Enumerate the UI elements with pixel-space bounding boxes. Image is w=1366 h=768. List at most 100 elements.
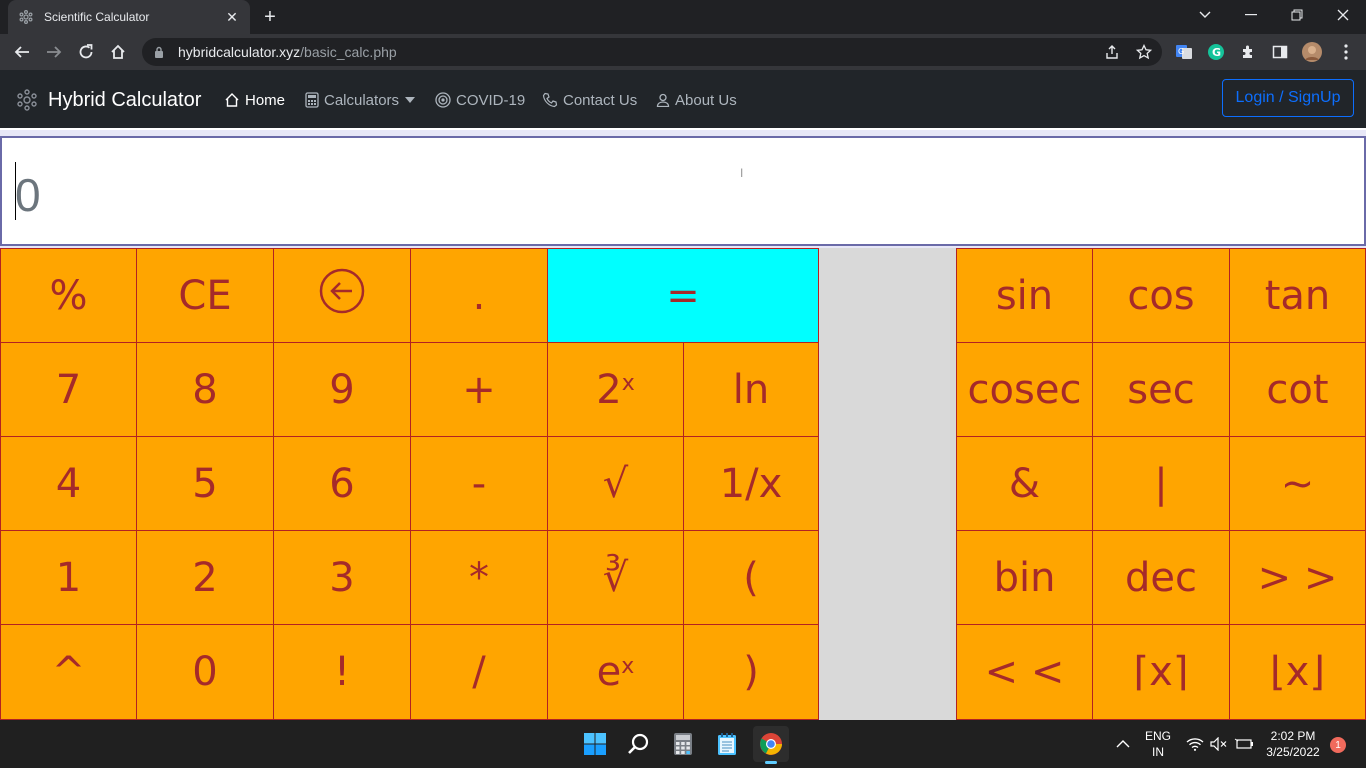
key-left-shift[interactable]: < < <box>956 624 1093 720</box>
close-window-button[interactable] <box>1320 0 1366 30</box>
key-equals[interactable]: = <box>547 248 819 343</box>
nav-calculators-dropdown[interactable]: Calculators <box>305 70 420 130</box>
reload-icon[interactable] <box>72 38 100 66</box>
battery-charging-icon[interactable] <box>1234 720 1254 768</box>
chrome-taskbar-icon[interactable] <box>753 726 789 764</box>
notepad-icon[interactable] <box>709 726 745 762</box>
share-icon[interactable] <box>1102 42 1122 62</box>
nav-covid[interactable]: COVID-19 <box>435 70 525 130</box>
url-path: /basic_calc.php <box>300 44 397 60</box>
calculator-app-icon[interactable] <box>665 726 701 762</box>
key-tan[interactable]: tan <box>1229 248 1366 343</box>
tab-search-chevron-down-icon[interactable] <box>1182 0 1228 30</box>
address-bar[interactable]: hybridcalculator.xyz/basic_calc.php <box>142 38 1162 66</box>
browser-tab[interactable]: Scientific Calculator ✕ <box>8 0 250 34</box>
key-7[interactable]: 7 <box>0 342 137 437</box>
key-cube-root[interactable]: ∛ <box>547 530 684 625</box>
key-factorial[interactable]: ! <box>273 624 411 720</box>
key-reciprocal[interactable]: 1/x <box>683 436 819 531</box>
key-ceil[interactable]: ⌈x⌉ <box>1092 624 1230 720</box>
windows-start-icon[interactable] <box>577 726 613 762</box>
key-backspace[interactable] <box>273 248 411 343</box>
wifi-icon[interactable] <box>1186 720 1204 768</box>
key-bitwise-not[interactable]: ~ <box>1229 436 1366 531</box>
extensions-puzzle-icon[interactable] <box>1238 42 1258 62</box>
key-3[interactable]: 3 <box>273 530 411 625</box>
key-sec[interactable]: sec <box>1092 342 1230 437</box>
side-panel-icon[interactable] <box>1270 42 1290 62</box>
forward-arrow-icon[interactable] <box>40 38 68 66</box>
back-arrow-icon[interactable] <box>8 38 36 66</box>
key-8[interactable]: 8 <box>136 342 274 437</box>
minimize-button[interactable] <box>1228 0 1274 30</box>
browser-toolbar: hybridcalculator.xyz/basic_calc.php G G <box>0 34 1366 70</box>
nav-about[interactable]: About Us <box>656 70 737 130</box>
input-language-indicator[interactable]: ENG IN <box>1140 728 1176 760</box>
person-icon <box>656 93 670 107</box>
volume-muted-icon[interactable] <box>1210 720 1228 768</box>
restore-button[interactable] <box>1274 0 1320 30</box>
key-1[interactable]: 1 <box>0 530 137 625</box>
key-caret-power[interactable]: ^ <box>0 624 137 720</box>
login-signup-button[interactable]: Login / SignUp <box>1222 79 1354 117</box>
taskbar-clock[interactable]: 2:02 PM 3/25/2022 <box>1258 728 1328 760</box>
key-dec[interactable]: dec <box>1092 530 1230 625</box>
active-app-indicator <box>765 761 777 764</box>
key-percent[interactable]: % <box>0 248 137 343</box>
key-cosec[interactable]: cosec <box>956 342 1093 437</box>
show-hidden-icons-chevron-up-icon[interactable] <box>1116 720 1130 768</box>
calculator-display-input[interactable]: 0 I <box>0 136 1366 246</box>
clock-date: 3/25/2022 <box>1266 745 1320 759</box>
browser-menu-icon[interactable] <box>1336 42 1356 62</box>
key-6[interactable]: 6 <box>273 436 411 531</box>
key-bitwise-and[interactable]: & <box>956 436 1093 531</box>
home-icon <box>224 92 240 108</box>
notification-badge[interactable]: 1 <box>1330 737 1346 753</box>
key-2-power-x[interactable]: 2x <box>547 342 684 437</box>
lock-icon[interactable] <box>154 46 168 58</box>
google-translate-icon[interactable]: G <box>1174 42 1194 62</box>
key-sin[interactable]: sin <box>956 248 1093 343</box>
key-cos[interactable]: cos <box>1092 248 1230 343</box>
key-right-paren[interactable]: ) <box>683 624 819 720</box>
grammarly-icon[interactable]: G <box>1206 42 1226 62</box>
key-0[interactable]: 0 <box>136 624 274 720</box>
mouse-ibeam-cursor: I <box>740 166 744 180</box>
key-e-power-x-sup: x <box>621 653 635 679</box>
key-minus[interactable]: - <box>410 436 548 531</box>
key-9[interactable]: 9 <box>273 342 411 437</box>
new-tab-button[interactable]: + <box>258 6 282 28</box>
key-plus[interactable]: + <box>410 342 548 437</box>
calculator-icon <box>305 92 319 108</box>
brand-link[interactable]: Hybrid Calculator <box>16 70 201 130</box>
key-ln[interactable]: ln <box>683 342 819 437</box>
nav-home[interactable]: Home <box>224 70 285 130</box>
key-2-power-x-sup: x <box>621 371 635 396</box>
key-multiply[interactable]: * <box>410 530 548 625</box>
profile-avatar[interactable] <box>1302 42 1322 62</box>
key-ce[interactable]: CE <box>136 248 274 343</box>
key-4[interactable]: 4 <box>0 436 137 531</box>
key-square-root[interactable]: √ <box>547 436 684 531</box>
key-decimal-point[interactable]: . <box>410 248 548 343</box>
backspace-circle-arrow-icon <box>319 268 365 324</box>
key-cot[interactable]: cot <box>1229 342 1366 437</box>
key-divide[interactable]: / <box>410 624 548 720</box>
covid-target-icon <box>435 92 451 108</box>
key-left-paren[interactable]: ( <box>683 530 819 625</box>
svg-text:G: G <box>1212 46 1221 59</box>
home-icon[interactable] <box>104 38 132 66</box>
key-bin[interactable]: bin <box>956 530 1093 625</box>
key-5[interactable]: 5 <box>136 436 274 531</box>
key-2[interactable]: 2 <box>136 530 274 625</box>
nav-contact[interactable]: Contact Us <box>542 70 637 130</box>
bookmark-star-icon[interactable] <box>1134 42 1154 62</box>
key-e-power-x[interactable]: ex <box>547 624 684 720</box>
key-bitwise-or[interactable]: | <box>1092 436 1230 531</box>
brand-logo-icon <box>16 89 38 111</box>
key-right-shift[interactable]: > > <box>1229 530 1366 625</box>
close-tab-icon[interactable]: ✕ <box>224 9 240 25</box>
key-floor[interactable]: ⌊x⌋ <box>1229 624 1366 720</box>
nav-about-label: About Us <box>675 91 737 109</box>
search-icon[interactable] <box>621 726 657 762</box>
